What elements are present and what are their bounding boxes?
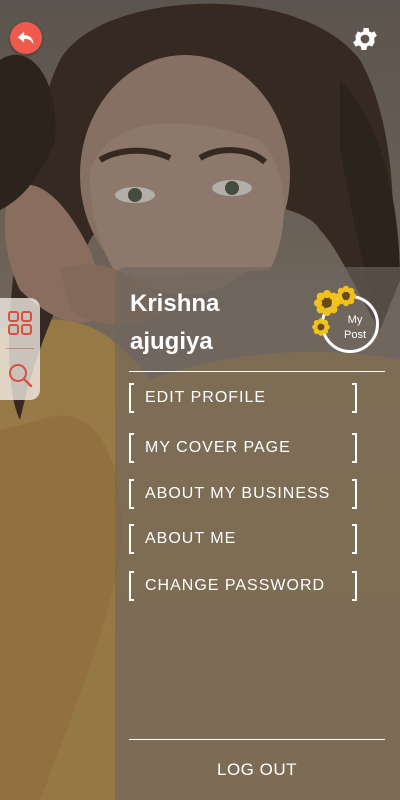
bracket-right bbox=[352, 479, 357, 509]
bracket-right bbox=[352, 433, 357, 463]
bracket-left bbox=[129, 433, 134, 463]
back-button[interactable] bbox=[10, 22, 42, 54]
menu-item-about-my-business[interactable]: ABOUT MY BUSINESS bbox=[129, 477, 359, 513]
bracket-right bbox=[352, 571, 357, 601]
grid-view-button[interactable] bbox=[0, 298, 40, 348]
side-toolbar-divider bbox=[6, 348, 34, 349]
gear-icon bbox=[353, 28, 377, 50]
menu-item-about-me[interactable]: ABOUT ME bbox=[129, 522, 359, 558]
footer-divider bbox=[129, 739, 385, 740]
menu-item-label: CHANGE PASSWORD bbox=[145, 577, 326, 594]
header-divider bbox=[129, 371, 385, 372]
bracket-left bbox=[129, 383, 134, 413]
search-icon bbox=[9, 364, 33, 388]
my-post-label-line1: My bbox=[347, 314, 363, 326]
grid-icon bbox=[8, 311, 32, 335]
side-toolbar bbox=[0, 298, 40, 400]
bracket-left bbox=[129, 524, 134, 554]
bracket-left bbox=[129, 479, 134, 509]
my-post-button[interactable]: My Post bbox=[311, 285, 389, 359]
profile-first-name: Krishna bbox=[130, 290, 220, 317]
menu-item-label: EDIT PROFILE bbox=[145, 389, 267, 406]
undo-arrow-icon bbox=[17, 31, 34, 45]
menu-item-label: MY COVER PAGE bbox=[145, 439, 291, 456]
menu-item-label: ABOUT ME bbox=[145, 530, 237, 547]
logout-button[interactable]: LOG OUT bbox=[129, 757, 385, 787]
settings-button[interactable] bbox=[350, 24, 380, 54]
menu-item-edit-profile[interactable]: EDIT PROFILE bbox=[129, 381, 359, 417]
search-button[interactable] bbox=[0, 350, 40, 400]
my-post-label: My Post bbox=[333, 313, 377, 343]
menu-item-my-cover-page[interactable]: MY COVER PAGE bbox=[129, 431, 359, 467]
menu-item-label: ABOUT MY BUSINESS bbox=[145, 485, 331, 502]
bracket-left bbox=[129, 571, 134, 601]
profile-last-name: ajugiya bbox=[130, 328, 213, 355]
bracket-right bbox=[352, 383, 357, 413]
profile-name: Krishna ajugiya bbox=[130, 285, 310, 361]
logout-label: LOG OUT bbox=[216, 760, 297, 779]
menu-item-change-password[interactable]: CHANGE PASSWORD bbox=[129, 569, 359, 605]
my-post-label-line2: Post bbox=[343, 329, 366, 341]
bracket-right bbox=[352, 524, 357, 554]
profile-menu-panel: Krishna ajugiya My Post EDIT PROFILE MY … bbox=[115, 267, 400, 800]
